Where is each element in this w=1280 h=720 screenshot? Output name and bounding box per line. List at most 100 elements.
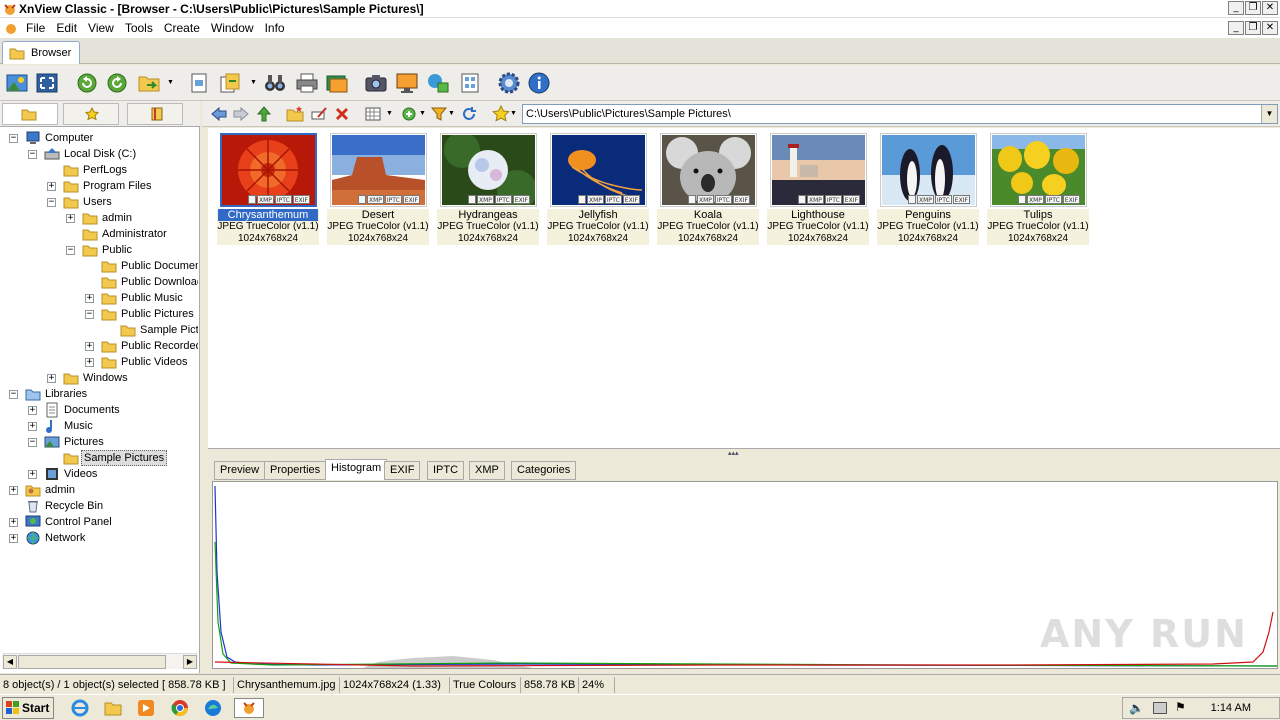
copy-to-button[interactable] (218, 71, 242, 95)
thumbnail-desert[interactable]: XMP IPTC EXIF Desert JPEG TrueColor (v1.… (327, 133, 429, 245)
path-dropdown-icon[interactable]: ▼ (1261, 105, 1277, 123)
tree-node-pictures[interactable]: − Pictures (2, 434, 198, 450)
expand-toggle-icon[interactable]: + (28, 470, 37, 479)
scroll-right-icon[interactable]: ▶ (183, 655, 197, 669)
sort-button[interactable] (400, 105, 418, 123)
about-button[interactable] (527, 71, 551, 95)
tab-favorites[interactable] (63, 103, 119, 125)
back-button[interactable] (210, 105, 228, 123)
tree-node-local-disk[interactable]: − Local Disk (C:) (2, 146, 198, 162)
options-button[interactable] (497, 71, 521, 95)
splitter-grip-icon[interactable]: ▴▴▴ (728, 449, 739, 457)
tree-node-public-videos[interactable]: + Public Videos (2, 354, 198, 370)
taskbar-media-player[interactable] (136, 698, 158, 718)
tree-node-admin-user[interactable]: + admin (2, 482, 198, 498)
dropdown-arrow-icon[interactable]: ▼ (448, 110, 455, 117)
tree-node-control-panel[interactable]: + Control Panel (2, 514, 198, 530)
path-input[interactable]: C:\Users\Public\Pictures\Sample Pictures… (522, 104, 1278, 124)
tree-node-admin[interactable]: + admin (2, 210, 198, 226)
thumbnail-hydrangeas[interactable]: XMP IPTC EXIF Hydrangeas JPEG TrueColor … (437, 133, 539, 245)
tree-node-documents[interactable]: + Documents (2, 402, 198, 418)
tree-node-libraries[interactable]: − Libraries (2, 386, 198, 402)
dropdown-arrow-icon[interactable]: ▼ (167, 79, 174, 86)
doc-close-button[interactable]: ✕ (1262, 21, 1278, 35)
scroll-left-icon[interactable]: ◀ (3, 655, 17, 669)
dropdown-arrow-icon[interactable]: ▼ (386, 110, 393, 117)
tree-node-public-music[interactable]: + Public Music (2, 290, 198, 306)
contact-sheet-button[interactable] (458, 71, 482, 95)
expand-toggle-icon[interactable]: + (9, 534, 18, 543)
xnview-app-icon[interactable] (3, 2, 17, 16)
expand-toggle-icon[interactable]: + (9, 486, 18, 495)
doc-restore-button[interactable]: ❐ (1245, 21, 1261, 35)
filter-button[interactable] (430, 105, 448, 123)
dropdown-arrow-icon[interactable]: ▼ (419, 110, 426, 117)
tree-node-perflogs[interactable]: PerfLogs (2, 162, 198, 178)
network-tray-icon[interactable] (1153, 702, 1167, 714)
tree-node-sample-pictures[interactable]: Sample Pictu (2, 322, 198, 338)
thumbnail-koala[interactable]: XMP IPTC EXIF Koala JPEG TrueColor (v1.1… (657, 133, 759, 245)
rotate-right-button[interactable] (105, 71, 129, 95)
collapse-toggle-icon[interactable]: − (9, 134, 18, 143)
refresh-button[interactable] (460, 105, 478, 123)
new-folder-button[interactable] (286, 105, 304, 123)
parent-folder-button[interactable] (255, 105, 273, 123)
tree-node-videos[interactable]: + Videos (2, 466, 198, 482)
tab-browser[interactable]: Browser (2, 41, 80, 64)
thumbnail-tulips[interactable]: XMP IPTC EXIF Tulips JPEG TrueColor (v1.… (987, 133, 1089, 245)
flag-icon[interactable]: ⚑ (1175, 700, 1186, 714)
menu-edit[interactable]: Edit (52, 21, 84, 35)
tree-node-public-pictures[interactable]: − Public Pictures (2, 306, 198, 322)
tree-node-network[interactable]: + Network (2, 530, 198, 546)
convert-button[interactable] (426, 71, 450, 95)
taskbar-xnview[interactable] (234, 698, 264, 718)
tree-node-public[interactable]: − Public (2, 242, 198, 258)
taskbar-ie[interactable] (70, 698, 92, 718)
thumbnail-lighthouse[interactable]: XMP IPTC EXIF Lighthouse JPEG TrueColor … (767, 133, 869, 245)
tab-preview[interactable]: Preview (214, 461, 266, 480)
collapse-toggle-icon[interactable]: − (28, 438, 37, 447)
expand-toggle-icon[interactable]: + (9, 518, 18, 527)
tab-xmp[interactable]: XMP (469, 461, 505, 480)
favorites-button[interactable] (492, 104, 510, 123)
tab-iptc[interactable]: IPTC (427, 461, 465, 480)
tree-node-administrator[interactable]: Administrator (2, 226, 198, 242)
expand-toggle-icon[interactable]: + (85, 342, 94, 351)
tab-histogram[interactable]: Histogram (325, 459, 388, 480)
thumbnail-jellyfish[interactable]: XMP IPTC EXIF Jellyfish JPEG TrueColor (… (547, 133, 649, 245)
delete-button[interactable] (333, 105, 351, 123)
menu-file[interactable]: File (22, 21, 52, 35)
minimize-button[interactable]: _ (1228, 1, 1244, 15)
tab-exif[interactable]: EXIF (384, 461, 421, 480)
tree-node-music[interactable]: + Music (2, 418, 198, 434)
print-button[interactable] (295, 71, 319, 95)
rotate-left-button[interactable] (75, 71, 99, 95)
fullscreen-button[interactable] (35, 71, 59, 95)
move-to-button[interactable] (137, 71, 161, 95)
expand-toggle-icon[interactable]: + (47, 182, 56, 191)
collapse-toggle-icon[interactable]: − (66, 246, 75, 255)
restore-button[interactable]: ❐ (1245, 1, 1261, 15)
collapse-toggle-icon[interactable]: − (47, 198, 56, 207)
tree-node-recycle-bin[interactable]: Recycle Bin (2, 498, 198, 514)
scrollbar-thumb[interactable] (18, 655, 166, 669)
speaker-icon[interactable]: 🔈 (1129, 701, 1144, 715)
expand-toggle-icon[interactable]: + (85, 358, 94, 367)
tree-node-public-recorded[interactable]: + Public Recorded (2, 338, 198, 354)
document-icon[interactable] (4, 21, 18, 35)
set-wallpaper-button[interactable] (395, 71, 419, 95)
tree-node-users[interactable]: − Users (2, 194, 198, 210)
tab-categories[interactable]: Categories (511, 461, 577, 480)
expand-toggle-icon[interactable]: + (47, 374, 56, 383)
tree-node-public-documents[interactable]: Public Documen (2, 258, 198, 274)
slideshow-button[interactable] (325, 71, 349, 95)
collapse-toggle-icon[interactable]: − (9, 390, 18, 399)
expand-toggle-icon[interactable]: + (85, 294, 94, 303)
open-image-button[interactable] (5, 71, 29, 95)
expand-toggle-icon[interactable]: + (28, 422, 37, 431)
taskbar-chrome[interactable] (170, 698, 192, 718)
properties-button[interactable] (187, 71, 211, 95)
tree-node-library-sample-pictures[interactable]: Sample Pictures (2, 450, 198, 466)
thumbnail-penguins[interactable]: XMP IPTC EXIF Penguins JPEG TrueColor (v… (877, 133, 979, 245)
start-button[interactable]: Start (2, 697, 54, 719)
